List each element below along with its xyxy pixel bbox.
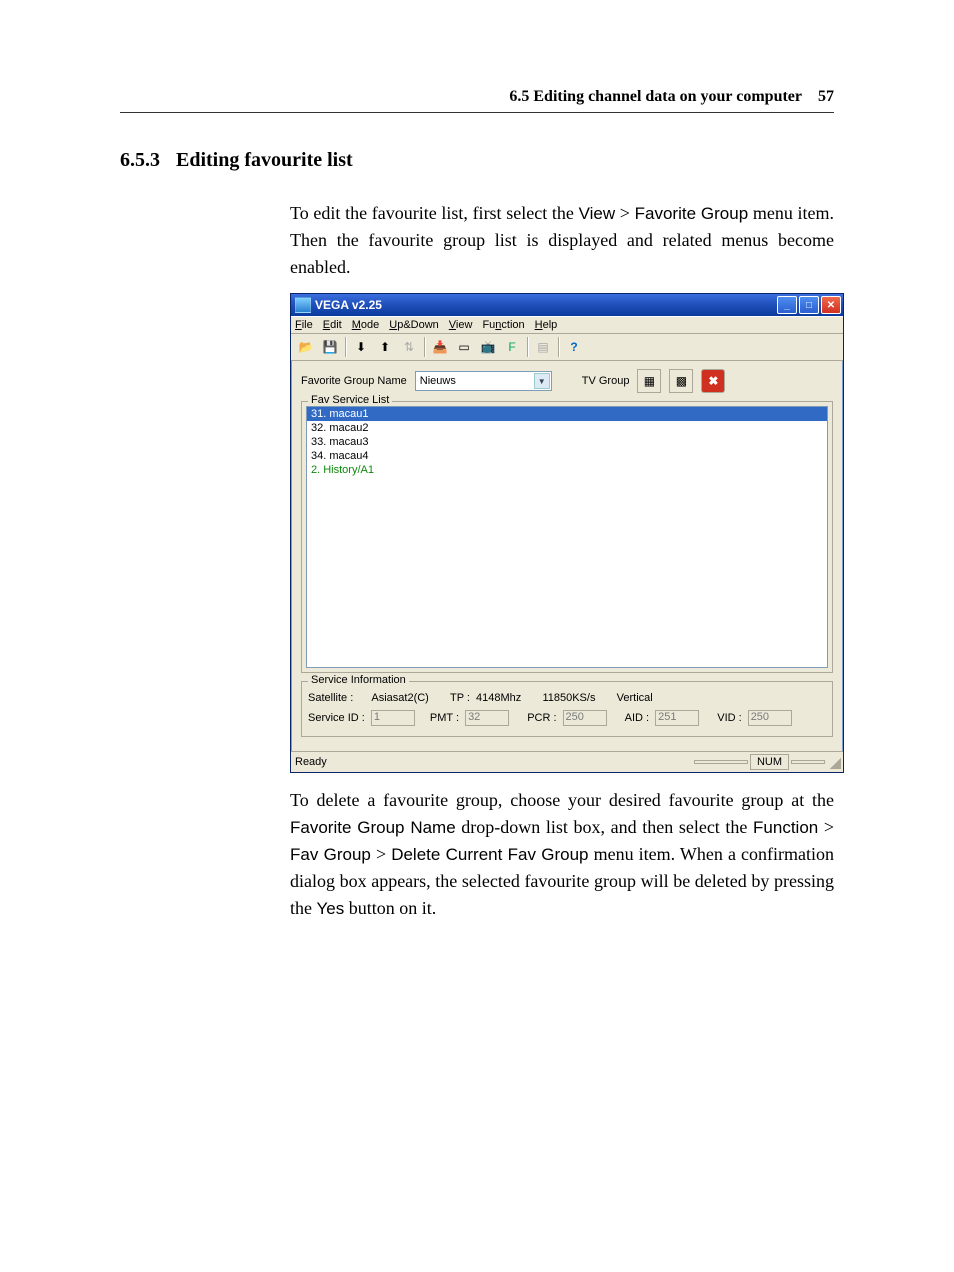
- tool-icon-2[interactable]: ▭: [453, 336, 475, 358]
- tv-group-label: TV Group: [582, 375, 630, 387]
- page-number: 57: [818, 88, 834, 105]
- menu-file[interactable]: File: [295, 319, 313, 331]
- delete-button[interactable]: ✖: [701, 369, 725, 393]
- help-icon[interactable]: ?: [563, 336, 585, 358]
- service-id-field: 1: [371, 710, 415, 726]
- save-icon[interactable]: 💾: [319, 336, 341, 358]
- rate-value: 11850KS/s: [542, 692, 595, 704]
- app-icon: [295, 297, 311, 313]
- pcr-field: 250: [563, 710, 607, 726]
- satellite-label: Satellite :: [308, 692, 353, 704]
- close-button[interactable]: ✕: [821, 296, 841, 314]
- tool-icon-4[interactable]: ▤: [532, 336, 554, 358]
- aid-label: AID :: [625, 712, 649, 724]
- download-icon[interactable]: ⬇: [350, 336, 372, 358]
- tool-icon-3[interactable]: 📺: [477, 336, 499, 358]
- toolbar: 📂 💾 ⬇ ⬆ ⇅ 📥 ▭ 📺 F ▤ ?: [291, 334, 843, 361]
- list-item[interactable]: 32. macau2: [307, 421, 827, 435]
- sync-icon[interactable]: ⇅: [398, 336, 420, 358]
- titlebar: VEGA v2.25 _ □ ✕: [291, 294, 843, 316]
- service-info-group: Service Information Satellite : Asiasat2…: [301, 681, 833, 737]
- tp-value: 4148Mhz: [476, 692, 521, 704]
- header-section: 6.5 Editing channel data on your compute…: [509, 88, 802, 105]
- chevron-down-icon[interactable]: ▼: [534, 373, 550, 389]
- window-title: VEGA v2.25: [315, 298, 382, 312]
- menu-edit[interactable]: Edit: [323, 319, 342, 331]
- satellite-value: Asiasat2(C): [371, 692, 428, 704]
- fav-group-name-label: Favorite Group Name: [301, 375, 407, 387]
- tv-group-button-2[interactable]: ▩: [669, 369, 693, 393]
- status-cell-empty-2: [791, 760, 825, 764]
- status-num: NUM: [750, 754, 789, 770]
- outro-paragraph: To delete a favourite group, choose your…: [290, 787, 834, 922]
- status-cell-empty: [694, 760, 748, 764]
- menu-updown[interactable]: Up&Down: [389, 319, 439, 331]
- service-info-legend: Service Information: [308, 674, 409, 686]
- pcr-label: PCR :: [527, 712, 556, 724]
- open-icon[interactable]: 📂: [295, 336, 317, 358]
- menu-function[interactable]: Function: [482, 319, 524, 331]
- fav-service-list-legend: Fav Service List: [308, 394, 392, 406]
- app-window: VEGA v2.25 _ □ ✕ File Edit Mode Up&Down …: [290, 293, 844, 773]
- upload-icon[interactable]: ⬆: [374, 336, 396, 358]
- dropdown-value: Nieuws: [420, 375, 456, 387]
- statusbar: Ready NUM: [291, 751, 843, 772]
- intro-paragraph: To edit the favourite list, first select…: [290, 200, 834, 281]
- vid-label: VID :: [717, 712, 741, 724]
- section-number: 6.5.3: [120, 149, 160, 172]
- maximize-button[interactable]: □: [799, 296, 819, 314]
- tv-group-button-1[interactable]: ▦: [637, 369, 661, 393]
- tool-icon-1[interactable]: 📥: [429, 336, 451, 358]
- fav-group-name-dropdown[interactable]: Nieuws ▼: [415, 371, 552, 391]
- vid-field: 250: [748, 710, 792, 726]
- fav-service-listbox[interactable]: 31. macau132. macau233. macau334. macau4…: [306, 406, 828, 668]
- fav-icon[interactable]: F: [501, 336, 523, 358]
- status-ready: Ready: [295, 756, 327, 768]
- section-title: Editing favourite list: [176, 149, 353, 172]
- list-item[interactable]: 2. History/A1: [307, 463, 827, 477]
- list-item[interactable]: 33. macau3: [307, 435, 827, 449]
- aid-field: 251: [655, 710, 699, 726]
- section-heading: 6.5.3 Editing favourite list: [120, 149, 834, 172]
- pmt-field: 32: [465, 710, 509, 726]
- list-item[interactable]: 34. macau4: [307, 449, 827, 463]
- menu-view[interactable]: View: [449, 319, 473, 331]
- service-id-label: Service ID :: [308, 712, 365, 724]
- minimize-button[interactable]: _: [777, 296, 797, 314]
- tp-label: TP :: [450, 692, 470, 704]
- pmt-label: PMT :: [430, 712, 459, 724]
- menubar: File Edit Mode Up&Down View Function Hel…: [291, 316, 843, 334]
- menu-mode[interactable]: Mode: [352, 319, 380, 331]
- running-header: 6.5 Editing channel data on your compute…: [120, 88, 834, 113]
- fav-service-list-group: Fav Service List 31. macau132. macau233.…: [301, 401, 833, 673]
- resize-grip-icon[interactable]: [827, 755, 841, 769]
- polarization-value: Vertical: [617, 692, 653, 704]
- list-item[interactable]: 31. macau1: [307, 407, 827, 421]
- menu-help[interactable]: Help: [535, 319, 558, 331]
